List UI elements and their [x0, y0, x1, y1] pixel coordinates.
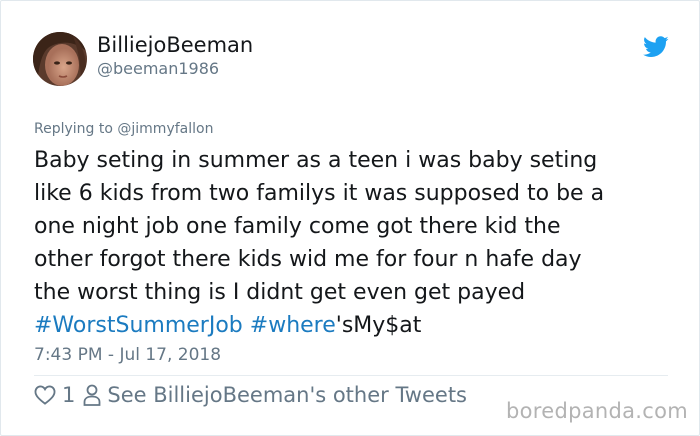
user-handle[interactable]: @beeman1986 [97, 59, 219, 78]
tweet-card: BilliejoBeeman @beeman1986 Replying to @… [0, 0, 700, 436]
reply-prefix: Replying to [34, 121, 113, 137]
person-icon[interactable] [83, 384, 101, 406]
divider [34, 375, 668, 376]
trailing-text: 'sMy$at [335, 313, 422, 338]
hashtag-worstsummerjob[interactable]: #WorstSummerJob [34, 313, 243, 338]
display-name[interactable]: BilliejoBeeman [97, 33, 253, 57]
tweet-text-line: Baby seting in summer as a teen i was ba… [34, 148, 598, 173]
tweet-text-line: like 6 kids from two familys it was supp… [34, 181, 605, 206]
reply-context: Replying to @jimmyfallon [34, 121, 213, 137]
heart-icon[interactable] [34, 385, 56, 405]
hashtag-where[interactable]: #where [250, 313, 336, 338]
tweet-text-line: one night job one family come got there … [34, 214, 561, 239]
tweet-text-line: the worst thing is I didnt get even get … [34, 280, 526, 305]
tweet-text: Baby seting in summer as a teen i was ba… [34, 144, 674, 342]
see-other-tweets-link[interactable]: See BilliejoBeeman's other Tweets [107, 383, 467, 407]
tweet-text-line: other forgot there kids wid me for four … [34, 247, 582, 272]
avatar[interactable] [33, 32, 87, 86]
like-count: 1 [62, 383, 76, 407]
tweet-actions: 1 See BilliejoBeeman's other Tweets [34, 381, 467, 409]
twitter-bird-icon[interactable] [643, 36, 669, 58]
tweet-timestamp[interactable]: 7:43 PM - Jul 17, 2018 [34, 345, 221, 365]
reply-to-link[interactable]: @jimmyfallon [117, 121, 213, 137]
tweet-text-line-hashtags: #WorstSummerJob #where'sMy$at [34, 309, 674, 342]
watermark: boredpanda.com [506, 399, 689, 423]
